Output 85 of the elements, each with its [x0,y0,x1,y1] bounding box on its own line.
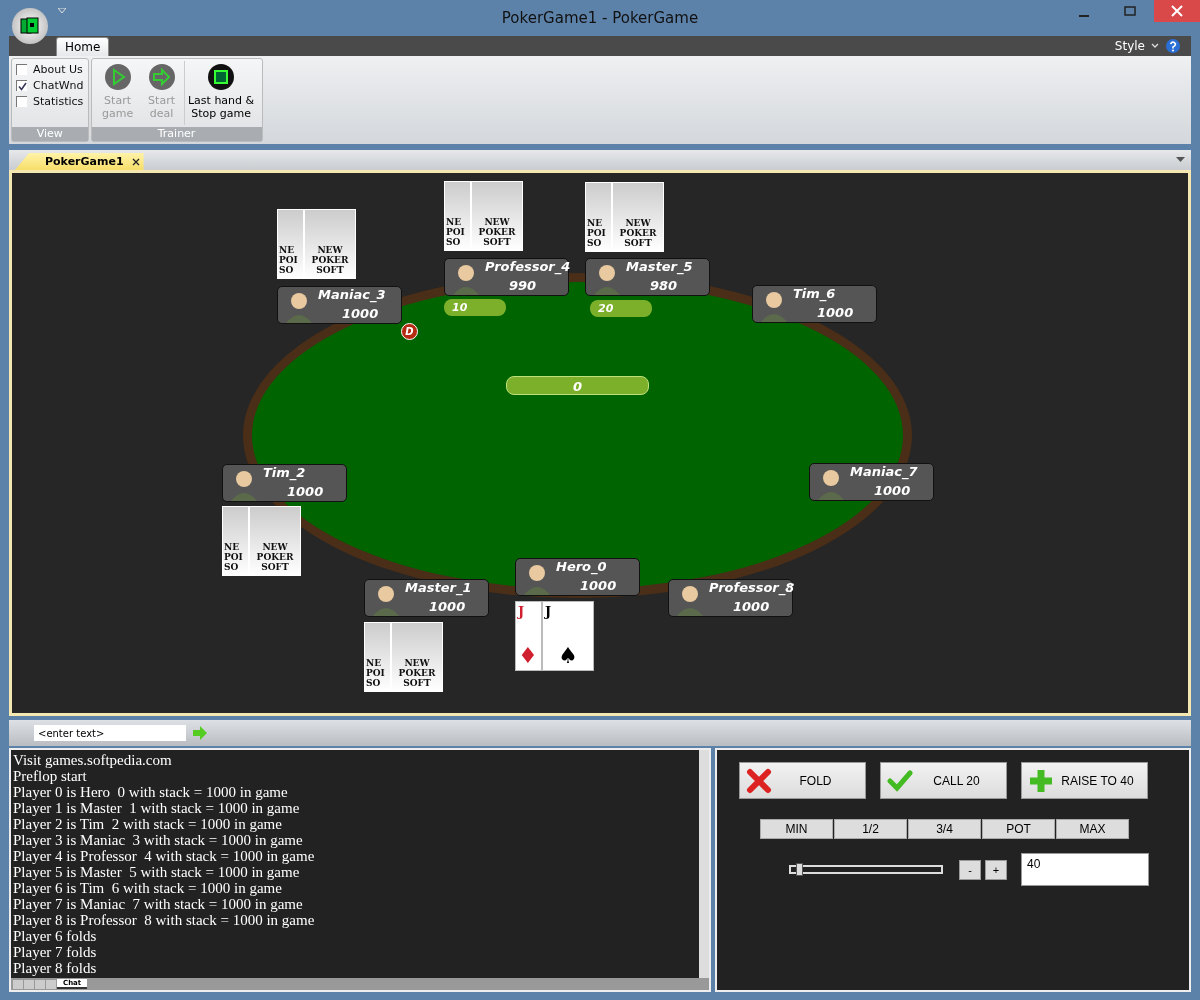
card-back: NE POI SO [222,506,249,576]
player-stack: 990 [509,278,537,293]
style-menu[interactable]: Style [1114,39,1145,53]
player-name: Master_1 [405,580,472,595]
player-stack: 1000 [287,484,324,499]
checkbox[interactable] [16,80,27,91]
bet-preset-button[interactable]: 3/4 [908,819,981,839]
checkbox-label[interactable]: About Us [33,63,83,76]
action-button[interactable]: CALL 20 [880,762,1007,799]
ribbon-button[interactable]: Last hand & Stop game [183,61,258,125]
bet-amount: 20 [590,300,652,317]
checkmark-icon [887,767,913,794]
bet-amount: 10 [444,299,506,316]
log-line: Player 6 is Tim 6 with stack = 1000 in game [13,880,283,896]
checkbox[interactable] [16,64,27,75]
card-back: NE POI SO [364,622,391,692]
player-name: Professor_8 [709,580,795,595]
checkbox[interactable] [16,96,27,107]
player-name: Tim_6 [793,286,836,301]
dropdown-icon[interactable] [58,8,66,14]
log-line: Player 1 is Master 1 with stack = 1000 in game [13,800,301,816]
player-stack: 1000 [429,599,466,614]
app-menu-button[interactable] [12,8,48,44]
log-line: Player 2 is Tim 2 with stack = 1000 in game [13,816,283,832]
document-tab[interactable]: PokerGame1 [15,153,144,170]
log-line: Player 4 is Professor 4 with stack = 1000 in game [13,848,316,864]
card-back: NEW POKER SOFT [304,209,356,279]
player-stack: 980 [650,278,678,293]
bet-slider[interactable] [789,865,943,874]
card-back: NEW POKER SOFT [391,622,443,692]
action-button[interactable]: RAISE TO 40 [1021,762,1148,799]
bet-preset-button[interactable]: MIN [760,819,833,839]
action-button[interactable]: FOLD [739,762,866,799]
bet-amount-field[interactable]: 40 [1021,853,1149,886]
ribbon-tab[interactable]: Home [56,37,110,56]
scrollbar[interactable] [699,750,709,978]
log-line: Player 6 folds [13,928,98,944]
plus-icon [1028,767,1054,794]
log-line: Player 8 folds [13,960,98,976]
player-stack: 1000 [874,483,911,498]
log-line: Player 7 is Maniac 7 with stack = 1000 in game [13,896,304,912]
card-back: NEW POKER SOFT [612,182,664,252]
stop-icon [207,63,236,91]
card-back: NE POI SO [585,182,612,252]
player-name: Tim_2 [263,465,306,480]
player-stack: 1000 [817,305,854,320]
step-button[interactable]: - [959,859,981,880]
log-line: Player 5 is Master 5 with stack = 1000 in game [13,864,301,880]
chat-input[interactable]: <enter text> [34,725,186,741]
player-name: Maniac_3 [318,287,386,302]
playing-card: J ♠ [542,601,594,671]
player-stack: 1000 [580,578,617,593]
group-label: View [12,127,88,141]
player-name: Maniac_7 [850,464,918,479]
bet-preset-button[interactable]: POT [982,819,1055,839]
cross-icon [746,767,772,794]
group-label: Trainer [91,127,262,141]
dropdown-icon[interactable] [1176,157,1185,163]
bet-preset-button[interactable]: MAX [1056,819,1129,839]
playing-card: J ♦ [515,601,542,671]
chevron-icon[interactable] [1151,43,1159,49]
pot-amount: 0 [506,376,649,395]
card-back: NE POI SO [277,209,304,279]
checkbox-label[interactable]: ChatWnd [33,79,84,92]
log-line: Player 7 folds [13,944,98,960]
checkbox-label[interactable]: Statistics [33,95,84,108]
card-back: NEW POKER SOFT [471,181,523,251]
log-line: Visit games.softpedia.com [13,752,173,768]
log-line: Preflop start [13,768,88,784]
step-button[interactable]: + [985,859,1007,880]
bet-preset-button[interactable]: 1/2 [834,819,907,839]
log-line: Player 8 is Professor 8 with stack = 1000 in game [13,912,316,928]
player-name: Master_5 [626,259,693,274]
window-title: PokerGame1 - PokerGame [501,9,699,27]
play-icon [103,63,132,91]
player-name: Hero_0 [556,559,607,574]
card-back: NEW POKER SOFT [249,506,301,576]
player-name: Professor_4 [485,259,571,274]
player-stack: 1000 [342,306,379,321]
card-back: NE POI SO [444,181,471,251]
close-icon[interactable] [131,157,140,166]
log-line: Player 3 is Maniac 3 with stack = 1000 in game [13,832,304,848]
help-icon[interactable] [1165,38,1181,54]
log-line: Player 0 is Hero 0 with stack = 1000 in game [13,784,289,800]
player-stack: 1000 [733,599,770,614]
